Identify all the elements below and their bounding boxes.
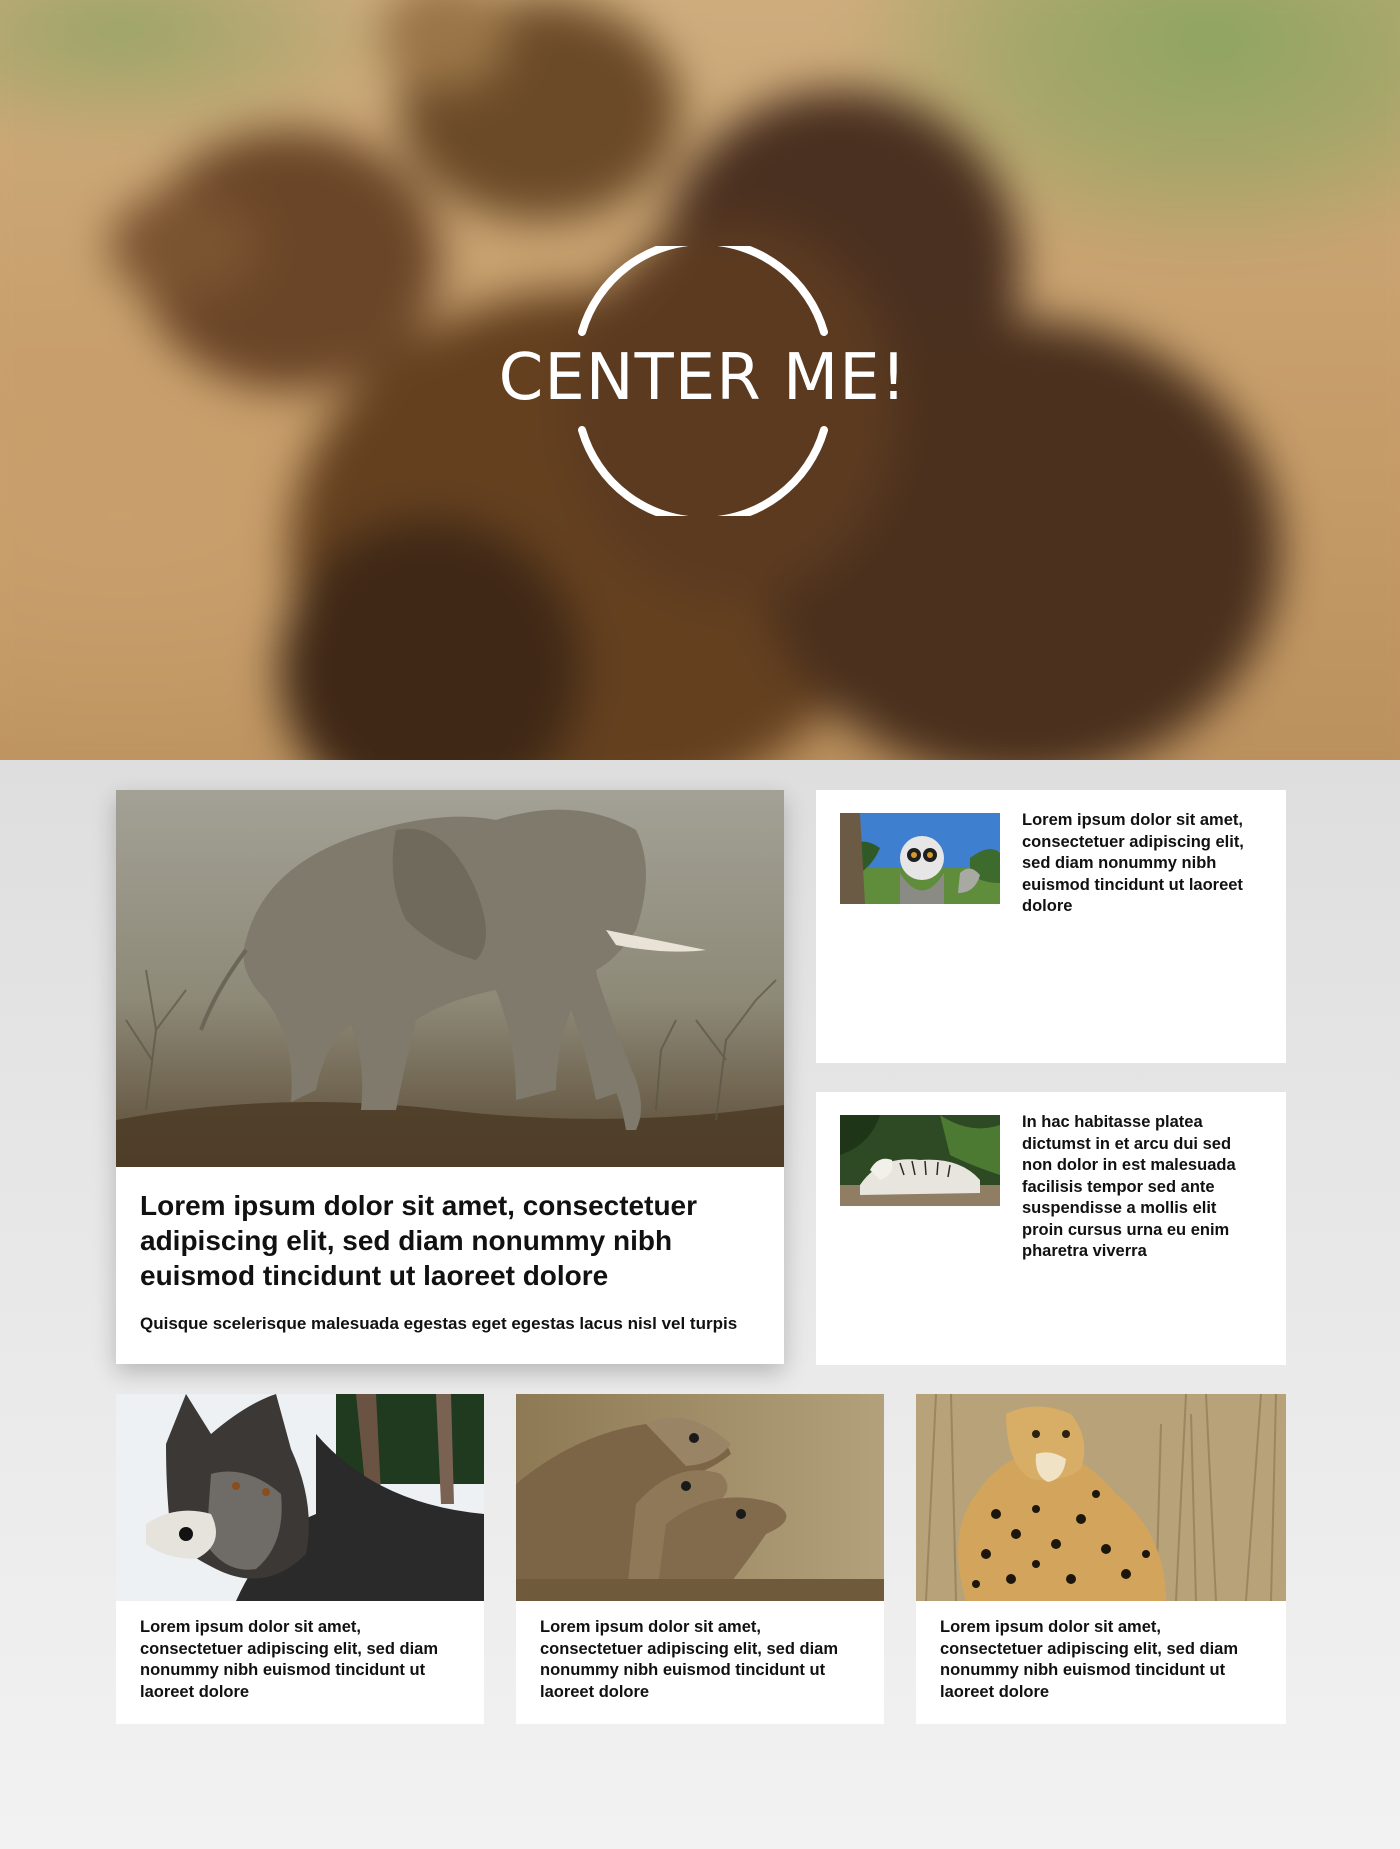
bottom-article-text: Lorem ipsum dolor sit amet, consectetuer…: [940, 1618, 1239, 1701]
wolf-photo: [116, 1394, 484, 1601]
featured-subheadline: Quisque scelerisque malesuada egestas eg…: [140, 1314, 738, 1333]
cheetah-photo: [916, 1394, 1286, 1601]
hero-banner: CENTER ME!: [0, 0, 1400, 760]
bottom-article-card[interactable]: Lorem ipsum dolor sit amet, consectetuer…: [916, 1394, 1286, 1724]
bottom-article-card[interactable]: Lorem ipsum dolor sit amet, consectetuer…: [116, 1394, 484, 1724]
side-article-card[interactable]: Lorem ipsum dolor sit amet, consectetuer…: [816, 790, 1286, 1063]
bottom-article-card[interactable]: Lorem ipsum dolor sit amet, consectetuer…: [516, 1394, 884, 1724]
side-article-card[interactable]: In hac habitasse platea dictumst in et a…: [816, 1092, 1286, 1365]
white-tiger-photo: [840, 1115, 1000, 1206]
meerkats-photo: [516, 1394, 884, 1601]
featured-headline: Lorem ipsum dolor sit amet, consectetuer…: [140, 1190, 698, 1291]
side-article-text: Lorem ipsum dolor sit amet, consectetuer…: [1022, 811, 1244, 915]
bottom-article-text: Lorem ipsum dolor sit amet, consectetuer…: [540, 1618, 839, 1701]
lemur-photo: [840, 813, 1000, 904]
bottom-article-text: Lorem ipsum dolor sit amet, consectetuer…: [140, 1618, 439, 1701]
featured-article-card[interactable]: Lorem ipsum dolor sit amet, consectetuer…: [116, 790, 784, 1364]
elephant-photo: [116, 790, 784, 1167]
side-article-text: In hac habitasse platea dictumst in et a…: [1022, 1113, 1236, 1260]
logo-text: CENTER ME!: [498, 341, 908, 415]
center-me-logo: CENTER ME!: [488, 246, 906, 516]
